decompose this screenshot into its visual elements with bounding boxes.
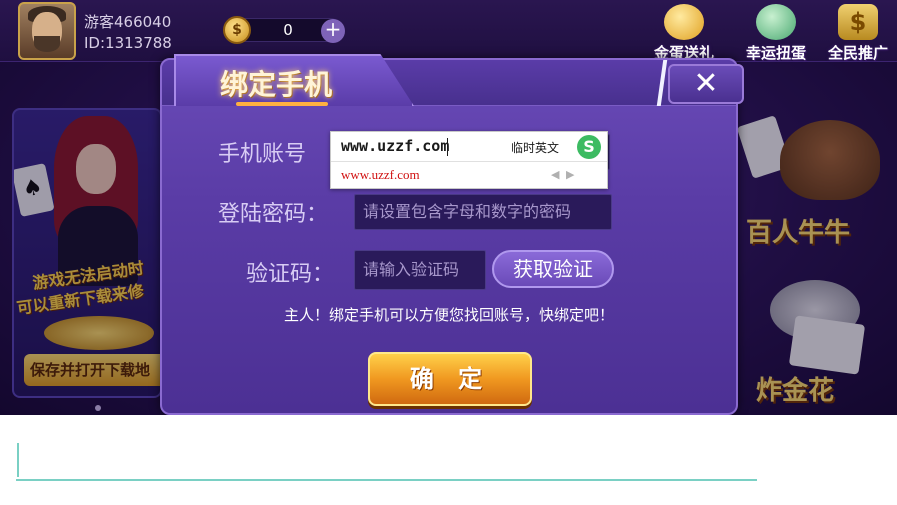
promotion-label: 全民推广 bbox=[827, 44, 888, 62]
ime-composing-text: www.uzzf.com bbox=[341, 137, 450, 155]
ime-caret bbox=[447, 138, 448, 156]
close-icon: ✕ bbox=[693, 66, 719, 101]
ime-next-page-icon[interactable]: ▶ bbox=[566, 168, 574, 181]
bind-phone-dialog: 绑定手机 ✕ 手机账号 登陆密码： 请设置包含字母和数字的密码 验证码： 请输入… bbox=[160, 54, 744, 415]
title-underline bbox=[236, 102, 328, 106]
dialog-title: 绑定手机 bbox=[220, 68, 333, 101]
dollar-bag-icon: $ bbox=[838, 4, 878, 40]
ime-mode-toggle[interactable]: 临时英文 bbox=[511, 139, 559, 156]
avatar-beard bbox=[34, 36, 60, 52]
ime-prev-page-icon[interactable]: ◀ bbox=[551, 168, 559, 181]
lucky-egg-label: 幸运扭蛋 bbox=[745, 44, 806, 62]
editor-caret bbox=[17, 443, 19, 477]
close-button[interactable]: ✕ bbox=[668, 64, 744, 104]
promotion-button[interactable]: $ 全民推广 bbox=[822, 2, 894, 62]
ime-candidate-item[interactable]: www.uzzf.com bbox=[341, 167, 420, 183]
password-label: 登陆密码： bbox=[218, 202, 329, 227]
game-screen: 游客466040 ID:1313788 $ 0 + 金蛋送礼 幸运扭蛋 $ 全民… bbox=[0, 0, 897, 415]
coin-icon: $ bbox=[223, 16, 251, 44]
coin-value: 0 bbox=[283, 21, 293, 39]
gold-egg-gift-button[interactable]: 金蛋送礼 bbox=[648, 2, 720, 62]
verification-code-input[interactable]: 请输入验证码 bbox=[354, 250, 486, 290]
password-input[interactable]: 请设置包含字母和数字的密码 bbox=[354, 194, 612, 230]
coin-balance: $ 0 + bbox=[223, 16, 345, 44]
phone-label: 手机账号 bbox=[218, 142, 307, 167]
sogou-logo-icon: S bbox=[577, 135, 601, 159]
add-coins-button[interactable]: + bbox=[321, 19, 345, 43]
verification-code-label: 验证码： bbox=[246, 262, 335, 287]
ime-composition-row: www.uzzf.com 临时英文 S bbox=[331, 132, 607, 162]
username: 游客466040 bbox=[84, 13, 172, 31]
top-bar: 游客466040 ID:1313788 $ 0 + 金蛋送礼 幸运扭蛋 $ 全民… bbox=[0, 0, 897, 62]
ime-candidate-popup: www.uzzf.com 临时英文 S www.uzzf.com ◀ ▶ bbox=[330, 131, 608, 189]
editor-underline bbox=[16, 479, 757, 481]
gold-egg-icon bbox=[664, 4, 704, 40]
text-editor-area[interactable] bbox=[0, 415, 897, 505]
confirm-button[interactable]: 确 定 bbox=[368, 352, 532, 406]
bind-hint-text: 主人！绑定手机可以方便您找回账号，快绑定吧！ bbox=[283, 306, 614, 324]
avatar[interactable] bbox=[18, 2, 76, 60]
user-id: ID:1313788 bbox=[84, 34, 172, 52]
get-code-button[interactable]: 获取验证 bbox=[492, 250, 614, 288]
lucky-egg-icon bbox=[756, 4, 796, 40]
lucky-capsule-button[interactable]: 幸运扭蛋 bbox=[740, 2, 812, 62]
